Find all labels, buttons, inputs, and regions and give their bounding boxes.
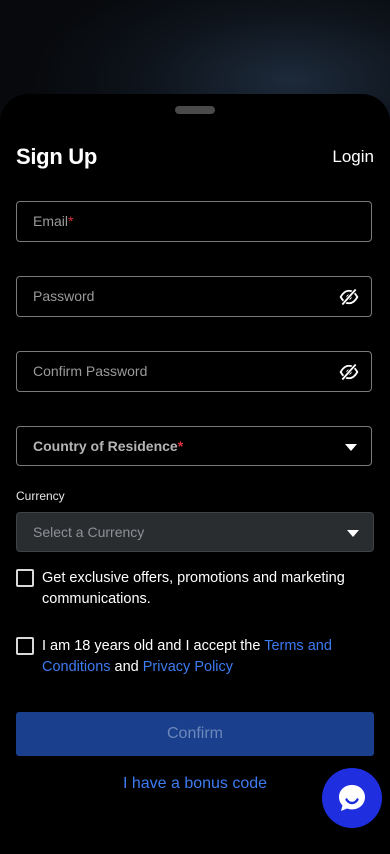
eye-off-icon[interactable] (339, 287, 359, 307)
caret-down-icon (347, 530, 359, 537)
login-link[interactable]: Login (332, 147, 374, 167)
confirm-password-placeholder: Confirm Password (33, 363, 148, 379)
currency-select[interactable]: Select a Currency (16, 512, 374, 552)
email-field[interactable]: Email* (16, 201, 372, 242)
offers-text: Get exclusive offers, promotions and mar… (42, 570, 345, 607)
terms-text: I am 18 years old and I accept the Terms… (42, 636, 362, 678)
country-select[interactable]: Country of Residence* (16, 426, 372, 466)
chat-bubble-icon (339, 785, 365, 811)
confirm-password-field[interactable]: Confirm Password (16, 351, 372, 392)
signup-sheet: Sign Up Login Email* Password Confirm Pa… (0, 94, 390, 854)
password-field[interactable]: Password (16, 276, 372, 317)
offers-checkbox[interactable] (16, 569, 34, 587)
country-placeholder: Country of Residence* (33, 438, 184, 454)
privacy-policy-link[interactable]: Privacy Policy (143, 659, 233, 675)
required-mark: * (177, 438, 184, 454)
age-text: I am 18 years old and I accept the (42, 638, 265, 654)
confirm-button[interactable]: Confirm (16, 712, 374, 756)
and-text: and (110, 659, 143, 675)
chat-button[interactable] (322, 768, 382, 828)
currency-placeholder: Select a Currency (33, 524, 145, 540)
currency-label: Currency (16, 489, 65, 503)
caret-down-icon (345, 444, 357, 451)
page-title: Sign Up (16, 144, 98, 169)
password-placeholder: Password (33, 288, 95, 304)
email-placeholder: Email* (33, 213, 74, 229)
required-mark: * (68, 213, 74, 229)
drag-handle[interactable] (175, 106, 215, 114)
eye-off-icon[interactable] (339, 362, 359, 382)
terms-checkbox[interactable] (16, 637, 34, 655)
